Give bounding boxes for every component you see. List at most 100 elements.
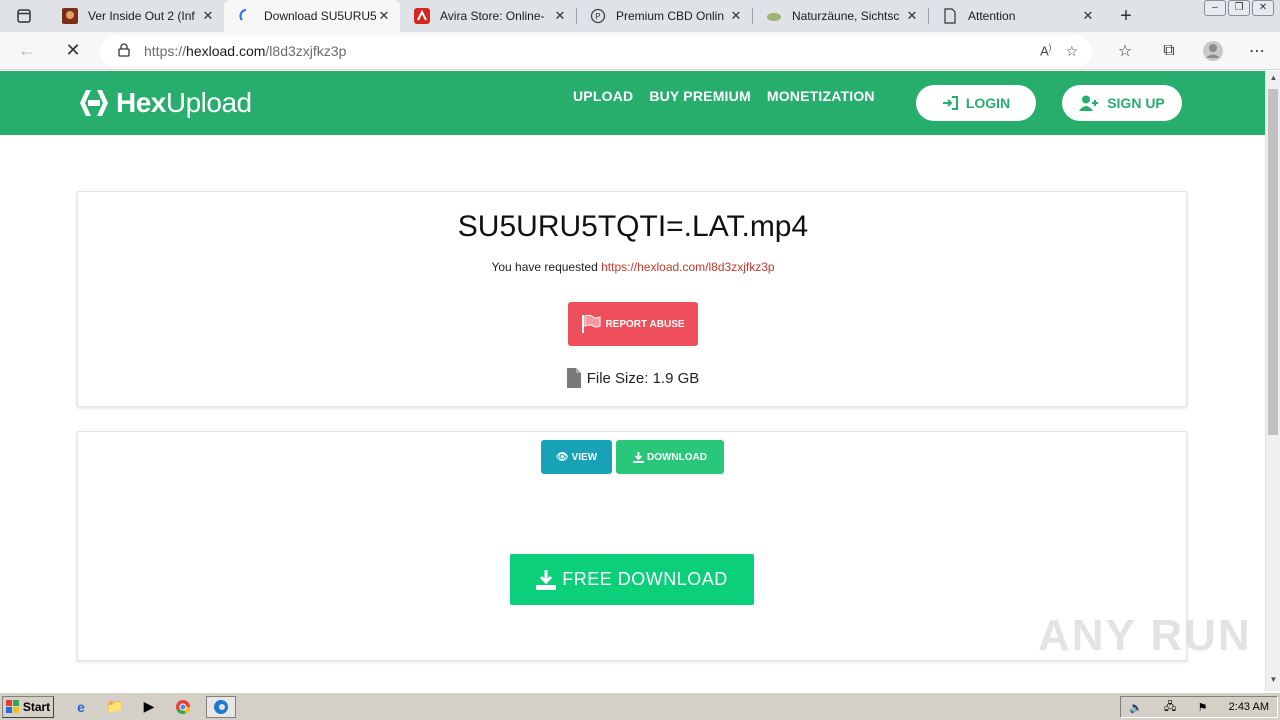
main-menu: UPLOAD BUY PREMIUM MONETIZATION (573, 88, 875, 104)
chrome-icon[interactable] (172, 696, 194, 718)
quick-launch: e 📁 ▶ (70, 695, 236, 718)
lock-icon (118, 42, 130, 60)
browser-tab[interactable]: Attention ✕ (928, 0, 1104, 32)
windows-logo-icon (5, 699, 19, 713)
tab-actions-icon (17, 9, 31, 23)
network-icon[interactable]: 🖧 (1164, 698, 1176, 717)
browser-tab[interactable]: Ver Inside Out 2 (Inf ✕ (48, 0, 224, 32)
browser-tab[interactable]: Naturzäune, Sichtsc ✕ (752, 0, 928, 32)
login-button[interactable]: LOGIN (916, 85, 1036, 121)
volume-icon[interactable]: 🔈 (1129, 701, 1143, 714)
movie-site-favicon-icon (62, 8, 78, 24)
close-tab-icon[interactable]: ✕ (728, 8, 744, 24)
profile-avatar[interactable] (1200, 38, 1226, 64)
window-controls: – ❐ ✕ (1204, 0, 1280, 18)
new-tab-button[interactable]: + (1104, 0, 1148, 32)
site-header: Hex Upload UPLOAD BUY PREMIUM MONETIZATIO… (0, 71, 1265, 135)
scroll-up-icon[interactable]: ▲ (1266, 73, 1280, 87)
internet-explorer-icon[interactable]: e (70, 696, 92, 718)
maximize-button[interactable]: ❐ (1228, 0, 1250, 16)
file-name-heading: SU5URU5TQTI=.LAT.mp4 (457, 210, 809, 243)
folder-icon[interactable]: 📁 (104, 696, 126, 718)
system-tray: 🔈 🖧 ⚑ 2:43 AM (1120, 696, 1278, 718)
close-tab-icon[interactable]: ✕ (904, 8, 920, 24)
tab-title: Download SU5URU5 (264, 9, 376, 23)
view-button[interactable]: 👁 VIEW (541, 440, 612, 474)
tab-title: Avira Store: Online- (440, 9, 545, 23)
tab-title: Premium CBD Onlin (616, 9, 725, 23)
close-tab-icon[interactable]: ✕ (552, 8, 568, 24)
media-player-icon[interactable]: ▶ (138, 696, 160, 718)
add-favorite-icon[interactable]: ☆ (1065, 43, 1078, 60)
menu-monetization[interactable]: MONETIZATION (767, 88, 875, 104)
scrollbar-thumb[interactable] (1268, 89, 1278, 435)
fence-favicon-icon (766, 8, 782, 24)
download-button[interactable]: DOWNLOAD (616, 440, 724, 474)
start-label: Start (22, 699, 51, 714)
close-tab-icon[interactable]: ✕ (200, 8, 216, 24)
clock[interactable]: 2:43 AM (1229, 701, 1269, 713)
plus-icon: + (1120, 4, 1132, 27)
requested-text: You have requested (491, 260, 598, 274)
favorites-icon[interactable]: ☆ (1112, 38, 1138, 64)
close-window-button[interactable]: ✕ (1252, 0, 1274, 16)
logo-text-light: Upload (165, 87, 252, 118)
requested-link[interactable]: https://hexload.com/l8d3zxjfkz3p (601, 260, 774, 274)
tab-title: Ver Inside Out 2 (Inf (88, 9, 195, 23)
edge-icon[interactable] (206, 695, 236, 718)
arrow-left-icon: ← (18, 40, 36, 60)
close-icon: ✕ (65, 40, 81, 60)
loading-spinner-icon (238, 8, 254, 24)
browser-tab[interactable]: P Premium CBD Onlin ✕ (576, 0, 752, 32)
anyrun-watermark: ANY RUN (1038, 611, 1252, 660)
minimize-button[interactable]: – (1204, 0, 1226, 16)
address-bar[interactable]: https://hexload.com/l8d3zxjfkz3p A) ☆ (100, 35, 1092, 67)
back-button[interactable]: ← (10, 34, 44, 68)
url-path: /l8d3zxjfkz3p (265, 43, 347, 59)
site-logo[interactable]: Hex Upload (78, 87, 252, 119)
report-abuse-label: REPORT ABUSE (605, 318, 685, 330)
user-plus-icon (1079, 95, 1099, 111)
file-icon (566, 368, 581, 388)
file-size-text: File Size: 1.9 GB (586, 369, 700, 387)
cbd-favicon-icon: P (590, 8, 606, 24)
collections-icon[interactable]: ⧉ (1156, 38, 1182, 64)
url-prefix: https:// (144, 43, 187, 59)
scroll-down-icon[interactable]: ▼ (1266, 675, 1280, 689)
sign-in-icon (942, 96, 958, 110)
start-button[interactable]: Start (2, 695, 54, 718)
requested-line: You have requested https://hexload.com/l… (78, 260, 1188, 274)
download-label: DOWNLOAD (647, 451, 707, 463)
more-options-icon[interactable]: ⋯ (1244, 38, 1270, 64)
menu-upload[interactable]: UPLOAD (573, 88, 633, 104)
stop-loading-button[interactable]: ✕ (56, 34, 90, 68)
url-domain: hexload.com (186, 43, 266, 59)
browser-tab-active[interactable]: Download SU5URU5 ✕ (224, 0, 400, 32)
browser-tab-strip: Ver Inside Out 2 (Inf ✕ Download SU5URU5… (0, 0, 1280, 32)
free-download-button[interactable]: FREE DOWNLOAD (510, 554, 754, 605)
close-tab-icon[interactable]: ✕ (1080, 8, 1096, 24)
web-page: Hex Upload UPLOAD BUY PREMIUM MONETIZATIO… (0, 71, 1265, 691)
menu-buy-premium[interactable]: BUY PREMIUM (649, 88, 751, 104)
eye-icon: 👁 (555, 451, 569, 463)
signup-button[interactable]: SIGN UP (1062, 85, 1182, 121)
download-panel: 👁 VIEW DOWNLOAD FREE DOWNLOAD (77, 431, 1187, 661)
download-icon (536, 569, 557, 590)
close-tab-icon[interactable]: ✕ (376, 8, 392, 24)
download-icon (633, 451, 644, 463)
page-scrollbar[interactable]: ▲ ▼ (1265, 71, 1280, 691)
file-info-panel: SU5URU5TQTI=.LAT.mp4 You have requested … (77, 191, 1187, 407)
tab-title: Attention (968, 9, 1016, 23)
svg-text:P: P (595, 13, 601, 23)
read-aloud-icon[interactable]: A) (1040, 43, 1051, 60)
windows-taskbar: Start e 📁 ▶ 🔈 🖧 ⚑ 2:43 AM (0, 692, 1280, 720)
free-download-label: FREE DOWNLOAD (562, 569, 728, 589)
report-abuse-button[interactable]: REPORT ABUSE (568, 302, 698, 346)
browser-tab[interactable]: Avira Store: Online- ✕ (400, 0, 576, 32)
login-label: LOGIN (965, 95, 1011, 111)
document-favicon-icon (942, 8, 958, 24)
view-label: VIEW (571, 451, 598, 463)
tab-title: Naturzäune, Sichtsc (792, 9, 900, 23)
flag-icon[interactable]: ⚑ (1198, 701, 1208, 714)
tab-actions-button[interactable] (0, 0, 48, 32)
